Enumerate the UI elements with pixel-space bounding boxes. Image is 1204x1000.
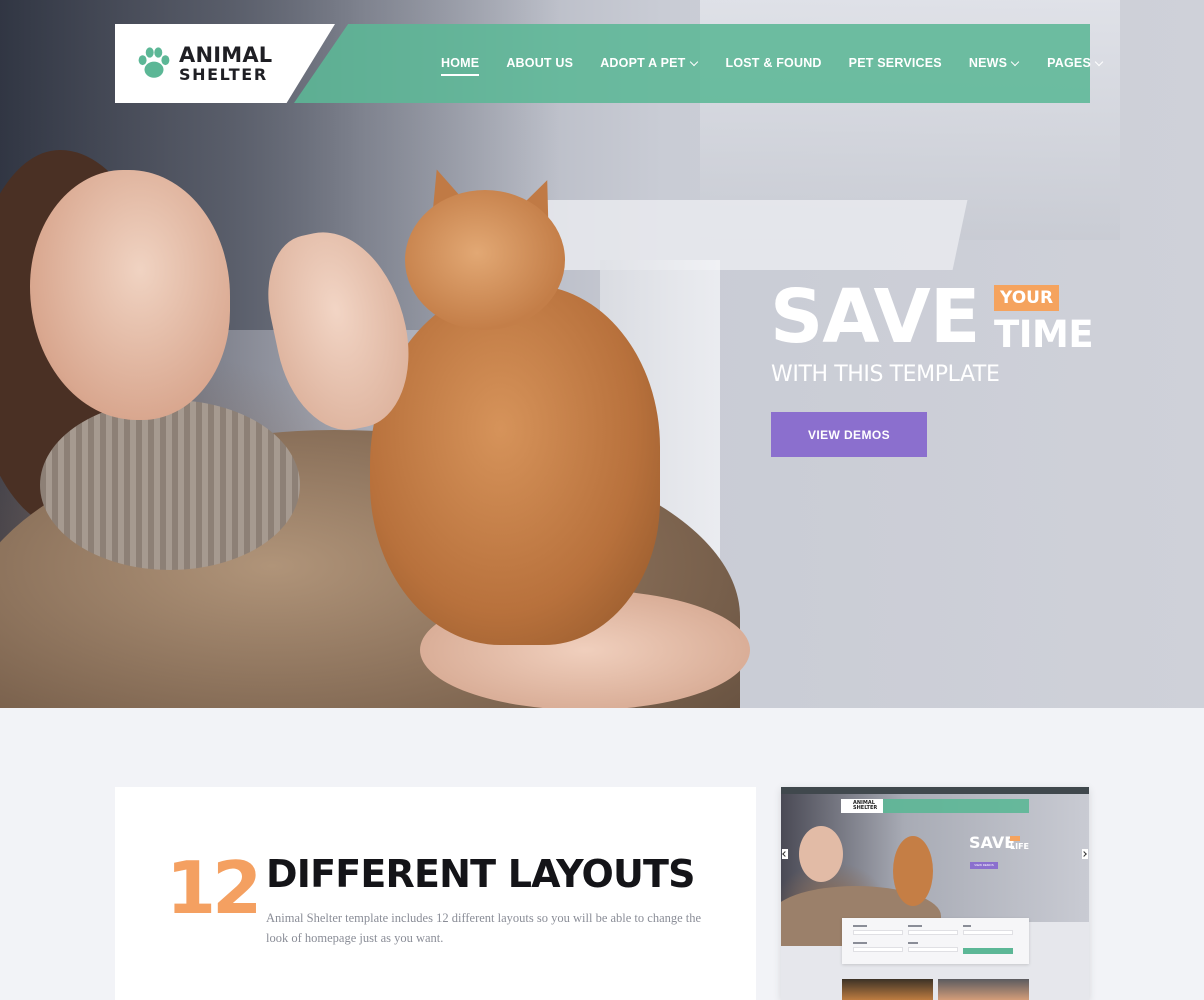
- nav-label: HOME: [441, 56, 480, 70]
- chevron-down-icon: [1010, 57, 1020, 66]
- chevron-down-icon: [1094, 57, 1104, 66]
- nav-news[interactable]: NEWS: [968, 56, 1020, 70]
- nav-label: PET SERVICES: [848, 56, 942, 70]
- feature-description: Animal Shelter template includes 12 diff…: [266, 911, 702, 945]
- preview-form-field: [908, 930, 958, 935]
- preview-form-field: [908, 947, 958, 952]
- nav-label: ABOUT US: [506, 56, 574, 70]
- hero-cat-body: [370, 285, 660, 645]
- layout-preview-thumbnail[interactable]: ANIMAL SHELTER SAVE LIFE VIEW DEMOS: [781, 787, 1089, 1000]
- preview-search-form: [842, 918, 1029, 964]
- view-demos-button[interactable]: VIEW DEMOS: [771, 412, 927, 457]
- nav-adopt-a-pet[interactable]: ADOPT A PET: [600, 56, 698, 70]
- preview-pet-photo: [842, 979, 933, 1000]
- preview-form-label: [963, 925, 971, 927]
- nav-lost-found[interactable]: LOST & FOUND: [726, 56, 822, 70]
- preview-form-label: [853, 942, 867, 944]
- nav-label: LOST & FOUND: [725, 56, 822, 70]
- preview-pet-photo: [938, 979, 1029, 1000]
- hero-woman-collar: [40, 400, 300, 570]
- paw-icon: [138, 47, 170, 78]
- feature-number: 12: [166, 846, 262, 930]
- preview-form-label: [908, 942, 918, 944]
- preview-nav: [881, 799, 1029, 813]
- preview-topbar: [781, 787, 1089, 794]
- preview-form-field: [963, 930, 1013, 935]
- logo-wordmark[interactable]: ANIMAL SHELTER: [179, 45, 272, 83]
- nav-home[interactable]: HOME: [441, 56, 480, 76]
- main-nav: HOME ABOUT US ADOPT A PET LOST & FOUND P…: [441, 56, 1104, 76]
- preview-form-label: [853, 925, 867, 927]
- preview-logo-line2: SHELTER: [853, 805, 878, 811]
- nav-about-us[interactable]: ABOUT US: [506, 56, 573, 70]
- preview-form-field: [853, 930, 903, 935]
- nav-label: NEWS: [968, 56, 1008, 70]
- chevron-right-icon: [1082, 849, 1088, 859]
- preview-form-label: [908, 925, 922, 927]
- preview-form-field: [853, 947, 903, 952]
- logo-line2: SHELTER: [179, 65, 268, 84]
- hero-cat-head: [405, 190, 565, 330]
- hero-title-tag: YOUR: [994, 285, 1060, 311]
- preview-hero: [781, 794, 1089, 946]
- chevron-down-icon: [689, 57, 698, 66]
- preview-title-life: LIFE: [1010, 842, 1030, 851]
- preview-cat: [893, 836, 933, 906]
- nav-label: ADOPT A PET: [600, 56, 686, 70]
- feature-title: DIFFERENT LAYOUTS: [266, 852, 696, 896]
- preview-logo-text: ANIMAL SHELTER: [853, 801, 877, 811]
- preview-button: VIEW DEMOS: [970, 862, 998, 869]
- nav-label: PAGES: [1047, 56, 1091, 70]
- hero-subtitle: WITH THIS TEMPLATE: [771, 362, 1000, 387]
- preview-face: [799, 826, 843, 882]
- chevron-left-icon: [782, 849, 788, 859]
- nav-pet-services[interactable]: PET SERVICES: [849, 56, 942, 70]
- hero-bg-shelf: [532, 200, 968, 270]
- nav-pages[interactable]: PAGES: [1047, 56, 1104, 70]
- hero-title-save: SAVE: [770, 274, 980, 360]
- preview-title-tag: [1010, 836, 1020, 841]
- logo-line1: ANIMAL: [179, 43, 273, 67]
- preview-submit: [963, 948, 1013, 954]
- hero-title-time: TIME: [994, 313, 1094, 356]
- preview-title-save: SAVE: [969, 833, 1016, 852]
- preview-button-label: VIEW DEMOS: [974, 863, 994, 867]
